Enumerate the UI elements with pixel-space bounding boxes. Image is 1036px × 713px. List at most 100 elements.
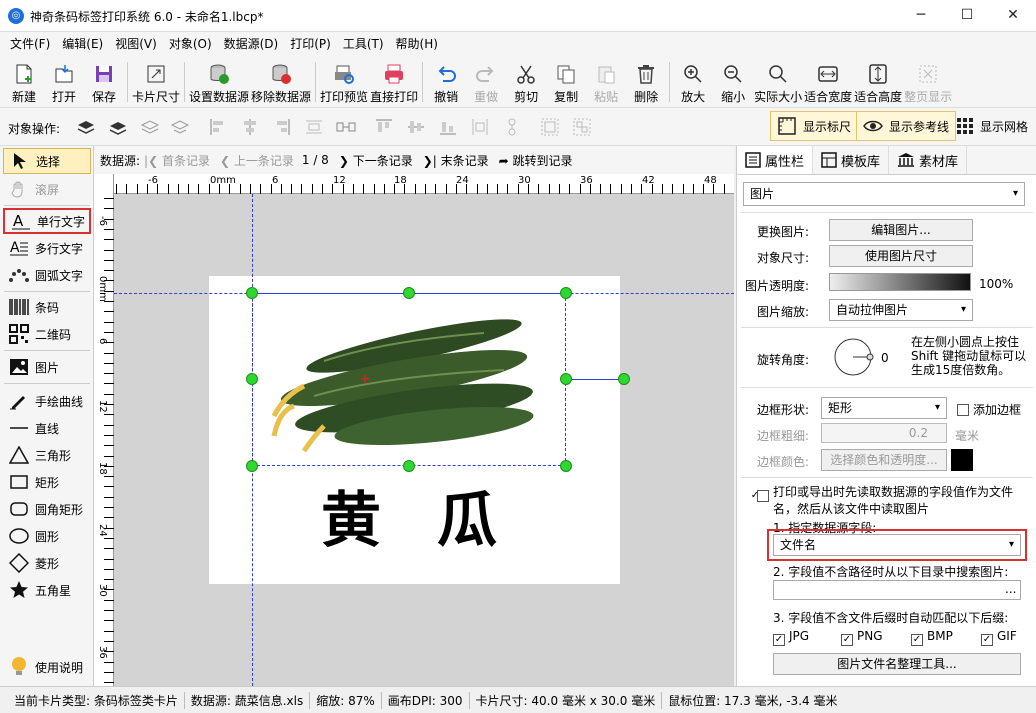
first-record-button[interactable]: |❮ 首条记录	[144, 152, 210, 169]
full-page-button[interactable]: 整页显示	[904, 56, 952, 106]
object-type-select[interactable]: 图片	[743, 182, 1025, 206]
zoom-out-button[interactable]: 缩小	[714, 56, 752, 106]
edit-image-button[interactable]: 编辑图片...	[829, 219, 973, 241]
rotation-dial[interactable]	[833, 337, 879, 377]
fit-height-button[interactable]: 适合高度	[854, 56, 902, 106]
filename-tool-button[interactable]: 图片文件名整理工具...	[773, 653, 1021, 675]
paste-button[interactable]: 粘贴	[587, 56, 625, 106]
show-guides-toggle[interactable]: 显示参考线	[856, 111, 957, 141]
ext-bmp-checkbox[interactable]: ✓ BMP	[911, 629, 953, 646]
tab-properties[interactable]: 属性栏	[737, 146, 814, 174]
next-record-button[interactable]: ❯ 下一条记录	[339, 152, 413, 169]
tool-freehand[interactable]: 手绘曲线	[3, 388, 91, 414]
datasource-field-select[interactable]: 文件名	[773, 534, 1021, 556]
new-button[interactable]: 新建	[5, 56, 43, 106]
ext-png-checkbox[interactable]: ✓ PNG	[841, 629, 883, 646]
tool-rectangle[interactable]: 矩形	[3, 469, 91, 495]
maximize-button[interactable]: ☐	[944, 0, 990, 32]
menu-print[interactable]: 打印(P)	[284, 32, 337, 56]
bring-to-front-icon[interactable]	[76, 117, 96, 137]
browse-button[interactable]: ...	[1005, 582, 1016, 596]
align-center-icon[interactable]	[240, 117, 260, 137]
last-record-button[interactable]: ❯| 末条记录	[423, 152, 489, 169]
scale-select[interactable]: 自动拉伸图片	[829, 299, 973, 321]
help-button[interactable]: 使用说明	[3, 654, 91, 680]
align-right-icon[interactable]	[272, 117, 292, 137]
jump-to-record-button[interactable]: ➦ 跳转到记录	[499, 152, 573, 169]
send-to-back-icon[interactable]	[170, 117, 190, 137]
tool-multi-line-text[interactable]: A 多行文字	[3, 235, 91, 261]
tool-barcode[interactable]: 条码	[3, 294, 91, 320]
tool-arc-text[interactable]: 圆弧文字	[3, 262, 91, 288]
tool-triangle[interactable]: 三角形	[3, 442, 91, 468]
menu-view[interactable]: 视图(V)	[109, 32, 163, 56]
search-dir-input[interactable]	[773, 580, 1021, 600]
redo-button[interactable]: 重做	[467, 56, 505, 106]
show-grid-toggle[interactable]: 显示网格	[950, 111, 1034, 141]
send-backward-icon[interactable]	[140, 117, 160, 137]
border-shape-select[interactable]: 矩形	[821, 397, 947, 419]
align-top-icon[interactable]	[374, 117, 394, 137]
menu-help[interactable]: 帮助(H)	[390, 32, 444, 56]
border-color-swatch[interactable]	[951, 449, 973, 471]
align-left-icon[interactable]	[208, 117, 228, 137]
tab-assets[interactable]: 素材库	[889, 146, 968, 174]
menu-datasource[interactable]: 数据源(D)	[218, 32, 285, 56]
distribute-vertical-icon[interactable]	[336, 117, 356, 137]
border-width-input[interactable]: 0.2	[821, 423, 947, 443]
card-text[interactable]: 黄瓜	[321, 472, 553, 559]
minimize-button[interactable]: ─	[898, 0, 944, 32]
tool-single-line-text[interactable]: A 单行文字	[3, 208, 91, 234]
tool-star[interactable]: 五角星	[3, 577, 91, 603]
opacity-slider[interactable]	[829, 273, 971, 291]
resize-handle-bottom[interactable]	[403, 460, 415, 472]
copy-button[interactable]: 复制	[547, 56, 585, 106]
menu-tools[interactable]: 工具(T)	[337, 32, 390, 56]
menu-file[interactable]: 文件(F)	[4, 32, 56, 56]
tool-image[interactable]: 图片	[3, 354, 91, 380]
resize-handle-top-right[interactable]	[560, 287, 572, 299]
open-button[interactable]: 打开	[45, 56, 83, 106]
tool-diamond[interactable]: 菱形	[3, 550, 91, 576]
delete-button[interactable]: 删除	[627, 56, 665, 106]
menu-edit[interactable]: 编辑(E)	[56, 32, 109, 56]
read-from-datasource-checkbox[interactable]: ✓ 打印或导出时先读取数据源的字段值作为文件名，然后从该文件中读取图片	[751, 485, 1031, 516]
fit-width-button[interactable]: 适合宽度	[804, 56, 852, 106]
set-datasource-button[interactable]: 设置数据源	[189, 56, 249, 106]
tool-select[interactable]: 选择	[3, 148, 91, 174]
zoom-in-button[interactable]: 放大	[674, 56, 712, 106]
actual-size-button[interactable]: 实际大小	[754, 56, 802, 106]
align-middle-icon[interactable]	[406, 117, 426, 137]
add-border-checkbox[interactable]: 添加边框	[957, 401, 1021, 418]
show-ruler-toggle[interactable]: 显示标尺	[770, 111, 859, 141]
ungroup-icon[interactable]	[572, 117, 592, 137]
resize-handle-bottom-right[interactable]	[560, 460, 572, 472]
bring-forward-icon[interactable]	[108, 117, 128, 137]
tool-scroll[interactable]: 滚屏	[3, 176, 91, 202]
cut-button[interactable]: 剪切	[507, 56, 545, 106]
save-button[interactable]: 保存	[85, 56, 123, 106]
design-canvas[interactable]: -6 0mm 6 12 18 24 30 36 42 48 -6 0mm 6 1…	[94, 174, 734, 686]
close-button[interactable]: ✕	[990, 0, 1036, 32]
tool-line[interactable]: 直线	[3, 415, 91, 441]
undo-button[interactable]: 撤销	[427, 56, 465, 106]
card-size-button[interactable]: 卡片尺寸	[132, 56, 180, 106]
resize-handle-top[interactable]	[403, 287, 415, 299]
tab-templates[interactable]: 模板库	[813, 146, 890, 174]
prev-record-button[interactable]: ❮ 上一条记录	[220, 152, 294, 169]
menu-object[interactable]: 对象(O)	[163, 32, 218, 56]
tool-qrcode[interactable]: 二维码	[3, 321, 91, 347]
border-color-button[interactable]: 选择颜色和透明度...	[821, 449, 947, 471]
resize-handle-left[interactable]	[246, 373, 258, 385]
ext-jpg-checkbox[interactable]: ✓ JPG	[773, 629, 809, 646]
print-preview-button[interactable]: 打印预览	[320, 56, 368, 106]
same-width-icon[interactable]	[470, 117, 490, 137]
remove-datasource-button[interactable]: 移除数据源	[251, 56, 311, 106]
resize-handle-right[interactable]	[560, 373, 572, 385]
group-icon[interactable]	[540, 117, 560, 137]
same-height-icon[interactable]	[502, 117, 522, 137]
use-image-size-button[interactable]: 使用图片尺寸	[829, 245, 973, 267]
resize-handle-bottom-left[interactable]	[246, 460, 258, 472]
rotation-handle[interactable]	[618, 373, 630, 385]
resize-handle-top-left[interactable]	[246, 287, 258, 299]
